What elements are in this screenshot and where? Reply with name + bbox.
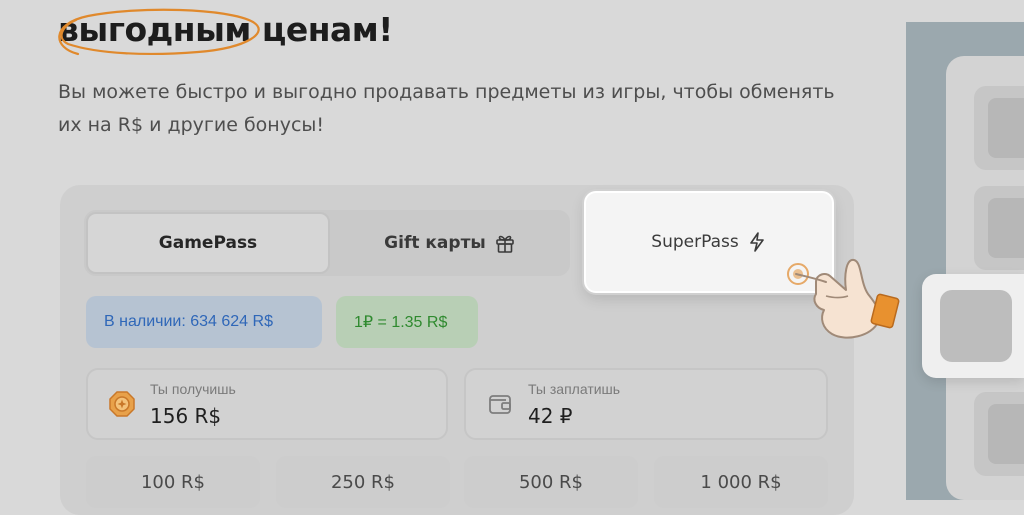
receive-value[interactable]: 156 R$ bbox=[150, 404, 221, 428]
tab-gamepass-label: GamePass bbox=[158, 233, 258, 253]
subtitle: Вы можете быстро и выгодно продавать пре… bbox=[58, 81, 835, 136]
receive-label: Ты получишь bbox=[150, 381, 236, 397]
side-slot bbox=[974, 392, 1024, 476]
rate-badge: 1₽ = 1.35 R$ bbox=[336, 296, 478, 348]
headline: выгодным ценам! bbox=[58, 8, 393, 56]
lightning-icon bbox=[749, 232, 764, 252]
headline-highlight-text: выгодным bbox=[58, 10, 251, 49]
preset-250[interactable]: 250 R$ bbox=[276, 456, 450, 508]
tab-superpass-label: SuperPass bbox=[651, 232, 739, 252]
headline-highlight: выгодным bbox=[58, 8, 260, 56]
tab-gamepass[interactable]: GamePass bbox=[86, 212, 330, 274]
receive-field[interactable]: Ты получишь 156 R$ bbox=[86, 368, 448, 440]
headline-rest: ценам! bbox=[250, 10, 393, 49]
pay-label: Ты заплатишь bbox=[528, 381, 621, 397]
side-slot bbox=[974, 186, 1024, 270]
stock-badge: В наличии: 634 624 R$ bbox=[86, 296, 322, 348]
tab-gift-cards[interactable]: Gift карты bbox=[334, 212, 566, 274]
wallet-icon bbox=[489, 395, 511, 414]
pointing-hand-icon bbox=[787, 258, 900, 339]
rate-badge-text: 1₽ = 1.35 R$ bbox=[354, 314, 448, 331]
pay-field[interactable]: Ты заплатишь 42 ₽ bbox=[464, 368, 828, 440]
preset-500[interactable]: 500 R$ bbox=[464, 456, 638, 508]
preset-1000[interactable]: 1 000 R$ bbox=[654, 456, 828, 508]
coin-icon bbox=[109, 391, 135, 417]
preset-100[interactable]: 100 R$ bbox=[86, 456, 260, 508]
side-slot bbox=[974, 86, 1024, 170]
stock-badge-text: В наличии: 634 624 R$ bbox=[104, 313, 273, 330]
tab-gift-cards-label: Gift карты bbox=[384, 233, 486, 253]
gift-icon bbox=[496, 235, 514, 253]
pay-value[interactable]: 42 ₽ bbox=[528, 404, 573, 428]
side-slot-selected bbox=[922, 274, 1024, 378]
